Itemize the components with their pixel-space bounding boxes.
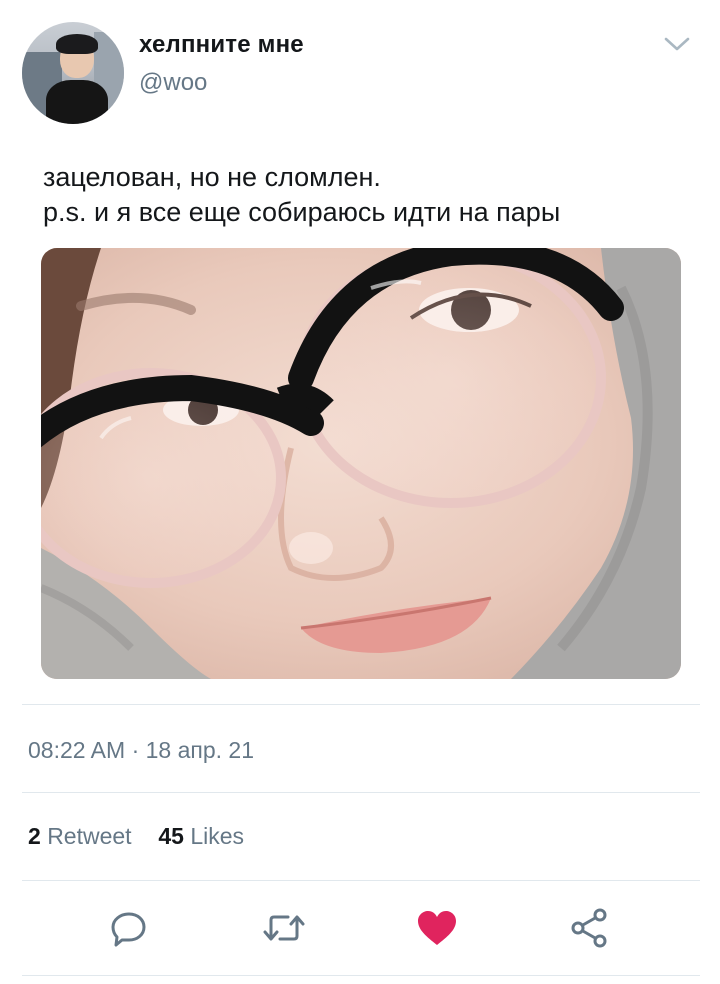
divider <box>22 704 700 705</box>
tweet-card: хелпните мне @woo зацелован, но не сломл… <box>0 0 720 984</box>
user-handle[interactable]: @woo <box>139 69 207 97</box>
avatar-jacket <box>46 80 108 124</box>
reply-icon <box>111 912 146 947</box>
avatar[interactable] <box>22 22 124 124</box>
retweet-button[interactable] <box>262 906 306 950</box>
like-button[interactable] <box>415 906 459 950</box>
chevron-down-icon[interactable] <box>662 34 692 54</box>
tweet-stats: 2 Retweet 45 Likes <box>28 823 244 850</box>
divider <box>22 880 700 881</box>
heart-icon <box>418 911 456 945</box>
like-count[interactable]: 45 <box>158 823 184 849</box>
tweet-text-line-1: зацелован, но не сломлен. <box>43 162 381 192</box>
tweet-timestamp[interactable]: 08:22 AM · 18 апр. 21 <box>28 737 254 764</box>
divider <box>22 975 700 976</box>
tweet-photo[interactable] <box>41 248 681 679</box>
reply-button[interactable] <box>107 906 151 950</box>
display-name[interactable]: хелпните мне <box>139 31 304 59</box>
divider <box>22 792 700 793</box>
retweet-count[interactable]: 2 <box>28 823 41 849</box>
tweet-text: зацелован, но не сломлен. p.s. и я все е… <box>43 160 683 230</box>
share-button[interactable] <box>568 906 612 950</box>
retweet-label[interactable]: Retweet <box>47 823 131 849</box>
retweet-icon <box>263 915 305 941</box>
tweet-text-line-2: p.s. и я все еще собираюсь идти на пары <box>43 197 561 227</box>
avatar-hair <box>56 34 98 54</box>
like-label[interactable]: Likes <box>190 823 244 849</box>
share-icon <box>571 908 607 948</box>
